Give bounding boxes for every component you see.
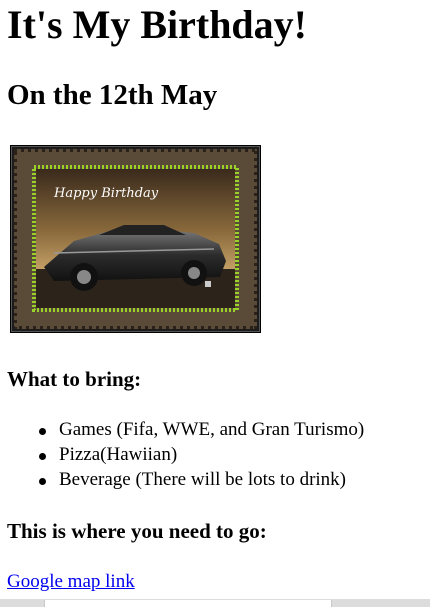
list-item: Beverage (There will be lots to drink) <box>39 467 364 492</box>
bring-list: Games (Fifa, WWE, and Gran Turismo) Pizz… <box>39 417 364 492</box>
horizontal-scrollbar[interactable] <box>0 599 430 607</box>
scrollbar-thumb[interactable] <box>44 600 332 607</box>
card-caption: Happy Birthday <box>53 186 159 201</box>
birthday-card-image: Happy Birthday <box>10 145 261 333</box>
bring-heading: What to bring: <box>7 367 142 391</box>
list-item: Pizza(Hawiian) <box>39 442 364 467</box>
list-item: Games (Fifa, WWE, and Gran Turismo) <box>39 417 364 442</box>
page-title: It's My Birthday! <box>7 2 307 47</box>
google-map-link[interactable]: Google map link <box>7 570 135 594</box>
date-subtitle: On the 12th May <box>7 79 218 111</box>
directions-heading: This is where you need to go: <box>7 519 267 543</box>
car-illustration: Happy Birthday <box>11 146 260 332</box>
